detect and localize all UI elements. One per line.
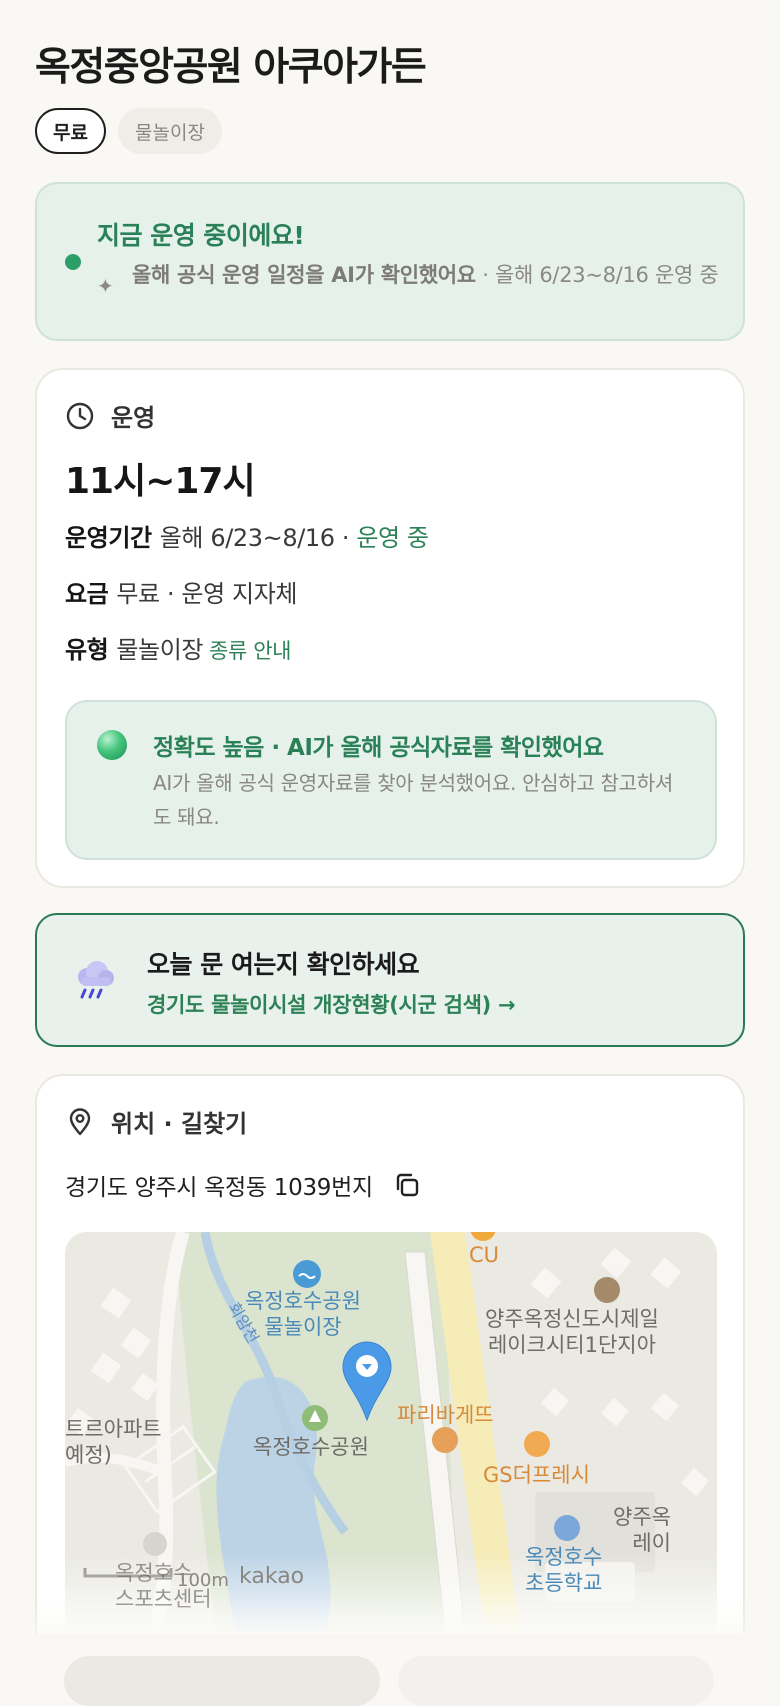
open-check-title: 오늘 문 여는지 확인하세요 bbox=[147, 950, 420, 979]
period-label: 운영기간 bbox=[65, 524, 152, 552]
period-row: 운영기간 올해 6/23~8/16 · 운영 중 bbox=[65, 518, 429, 553]
map-label-apartment: 양주옥정신도시제일 레이크시티1단지아 bbox=[485, 1307, 659, 1357]
map-view[interactable]: 옥정호수공원 물놀이장 회암천 옥정호수공원 CU 양주옥정신도시제일 레이크시… bbox=[65, 1232, 717, 1632]
status-desc-rest: · 올해 6/23~8/16 운영 중 bbox=[475, 263, 719, 287]
status-description: 올해 공식 운영 일정을 AI가 확인했어요 · 올해 6/23~8/16 운영… bbox=[132, 260, 722, 290]
status-title: 지금 운영 중이에요! bbox=[97, 221, 305, 250]
address-text: 경기도 양주시 옥정동 1039번지 bbox=[65, 1175, 373, 1201]
status-dot-icon bbox=[65, 254, 81, 270]
copy-icon[interactable] bbox=[393, 1171, 421, 1199]
accuracy-title: 정확도 높음 · AI가 올해 공식자료를 확인했어요 bbox=[153, 735, 604, 761]
period-value: 올해 6/23~8/16 · bbox=[159, 524, 357, 552]
location-card: 위치 · 길찾기 경기도 양주시 옥정동 1039번지 옥정호수공원 물놀이장 … bbox=[35, 1074, 745, 1634]
fee-value: 무료 · 운영 지자체 bbox=[116, 580, 298, 608]
map-label-gs: GS더프레시 bbox=[483, 1463, 590, 1487]
fee-chip[interactable]: 무료 bbox=[35, 108, 106, 154]
sparkle-icon: ✦ bbox=[97, 274, 114, 298]
map-label-apt-left: 트르아파트 예정) bbox=[65, 1417, 162, 1467]
accuracy-description: AI가 올해 공식 운영자료를 찾아 분석했어요. 안심하고 참고하셔도 돼요. bbox=[153, 771, 673, 829]
period-status: 운영 중 bbox=[356, 524, 429, 552]
bottom-action-left[interactable] bbox=[64, 1656, 380, 1706]
status-card: 지금 운영 중이에요! ✦ 올해 공식 운영 일정을 AI가 확인했어요 · 올… bbox=[35, 182, 745, 341]
accuracy-ball-icon bbox=[97, 730, 127, 760]
rain-cloud-icon bbox=[78, 961, 114, 999]
type-chip[interactable]: 물놀이장 bbox=[118, 108, 222, 154]
operation-header: 운영 bbox=[65, 398, 155, 433]
map-scale-label: 100m bbox=[177, 1570, 229, 1591]
bottom-action-right[interactable] bbox=[398, 1656, 714, 1706]
map-label-school: 옥정호수 초등학교 bbox=[525, 1545, 603, 1595]
status-desc-bold: 올해 공식 운영 일정을 AI가 확인했어요 bbox=[132, 263, 476, 287]
type-label: 유형 bbox=[65, 636, 109, 664]
open-check-card[interactable]: 오늘 문 여는지 확인하세요 경기도 물놀이시설 개장현황(시군 검색) → bbox=[35, 913, 745, 1047]
open-status-link[interactable]: 경기도 물놀이시설 개장현황(시군 검색) → bbox=[147, 989, 516, 1019]
location-title: 위치 · 길찾기 bbox=[111, 1110, 248, 1138]
map-label-park: 옥정호수공원 bbox=[253, 1435, 369, 1459]
map-label-bakery: 파리바게뜨 bbox=[397, 1403, 494, 1427]
map-brand-logo: kakao bbox=[239, 1564, 305, 1589]
accuracy-box: 정확도 높음 · AI가 올해 공식자료를 확인했어요 AI가 올해 공식 운영… bbox=[65, 700, 717, 860]
place-detail-page: 옥정중앙공원 아쿠아가든 무료 물놀이장 지금 운영 중이에요! ✦ 올해 공식… bbox=[0, 0, 780, 1706]
type-value: 물놀이장 bbox=[116, 636, 204, 664]
map-label-right-edge: 양주옥 레이 bbox=[613, 1505, 671, 1555]
operation-card: 운영 11시~17시 운영기간 올해 6/23~8/16 · 운영 중 요금 무료 … bbox=[35, 368, 745, 888]
operation-title: 운영 bbox=[111, 404, 156, 432]
page-title: 옥정중앙공원 아쿠아가든 bbox=[35, 45, 427, 90]
type-row: 유형 물놀이장 종류 안내 bbox=[65, 630, 291, 665]
fee-row: 요금 무료 · 운영 지자체 bbox=[65, 574, 297, 609]
pin-icon bbox=[69, 1107, 91, 1135]
clock-icon bbox=[66, 402, 94, 429]
location-header: 위치 · 길찾기 bbox=[65, 1104, 247, 1139]
address-row: 경기도 양주시 옥정동 1039번지 bbox=[65, 1168, 421, 1202]
type-guide-link[interactable]: 종류 안내 bbox=[209, 639, 291, 663]
map-label-cu: CU bbox=[469, 1243, 500, 1267]
fee-label: 요금 bbox=[65, 580, 109, 608]
operating-hours: 11시~17시 bbox=[65, 461, 256, 502]
